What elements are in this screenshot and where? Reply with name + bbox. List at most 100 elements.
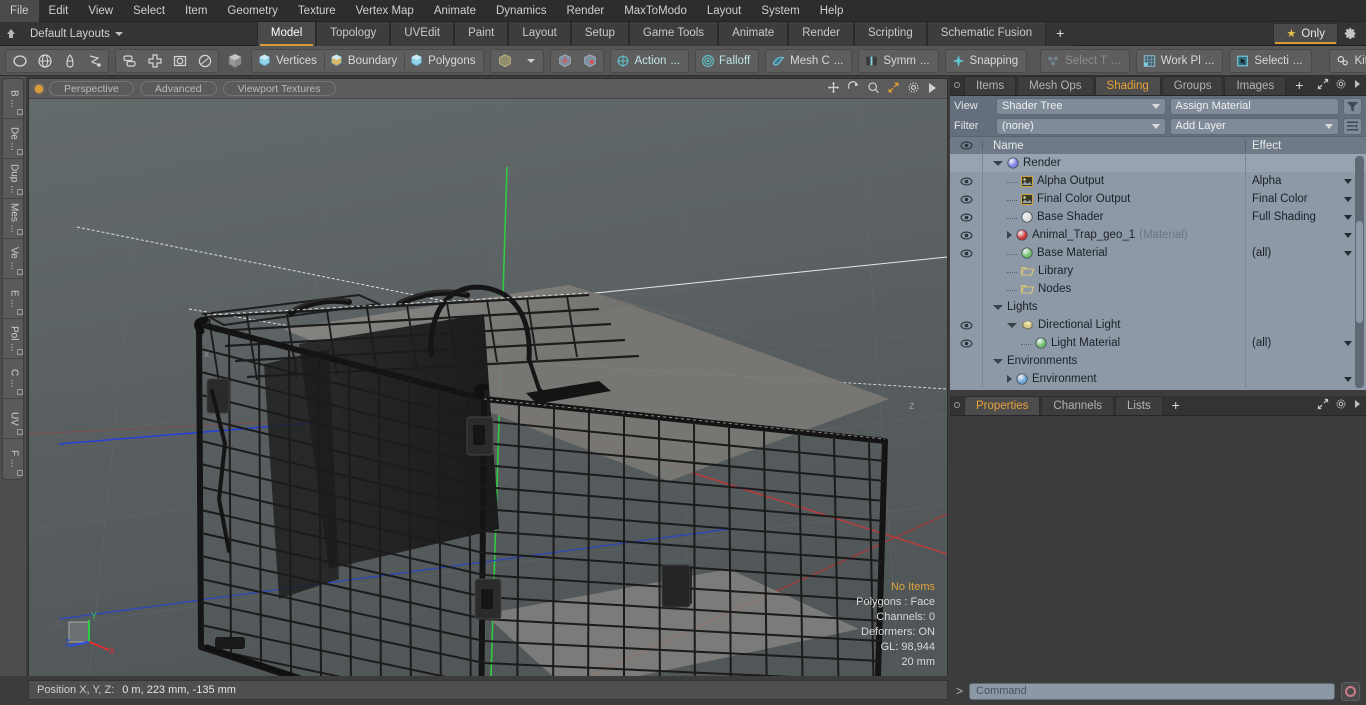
funnel-icon[interactable] xyxy=(1343,97,1362,115)
shader-tree-effect-cell[interactable]: Final Color xyxy=(1246,190,1366,208)
menu-item-animate[interactable]: Animate xyxy=(424,0,486,22)
layout-tab-setup[interactable]: Setup xyxy=(570,21,629,46)
move-icon[interactable] xyxy=(827,81,840,96)
menu-item-select[interactable]: Select xyxy=(123,0,175,22)
circle-icon[interactable] xyxy=(7,50,32,72)
item-mode-dropdown[interactable] xyxy=(517,50,542,72)
selection-set-group[interactable]: Selecti ... xyxy=(1229,48,1312,73)
symmetry-group[interactable]: Symm ... xyxy=(858,48,939,73)
menu-item-item[interactable]: Item xyxy=(175,0,217,22)
menu-item-file[interactable]: File xyxy=(0,0,39,22)
assign-material-field[interactable]: Assign Material xyxy=(1169,97,1339,115)
viewport-textures-dropdown[interactable]: Viewport Textures xyxy=(222,81,336,96)
duplicate-icon[interactable] xyxy=(117,50,142,72)
mode-vertices[interactable]: Vertices xyxy=(253,50,324,72)
menu-item-render[interactable]: Render xyxy=(556,0,614,22)
disclosure-down-icon[interactable] xyxy=(993,160,1003,166)
shader-tree-row[interactable]: Final Color Output Final Color xyxy=(950,190,1366,208)
properties-tab-channels[interactable]: Channels xyxy=(1041,396,1115,415)
shader-tree-row[interactable]: Animal_Trap_geo_1 (Material) xyxy=(950,226,1366,244)
selection-set-control[interactable]: Selecti ... xyxy=(1231,50,1309,72)
disclosure-right-icon[interactable] xyxy=(1007,375,1012,383)
visibility-eye-icon[interactable] xyxy=(950,172,983,190)
gear-icon[interactable] xyxy=(907,81,920,96)
left-tool-tab-5[interactable]: E ... xyxy=(3,279,25,319)
shader-tree-row[interactable]: Lights xyxy=(950,298,1366,316)
viewport-shading-dropdown[interactable]: Advanced xyxy=(139,81,217,96)
ellipse-shape-icon[interactable] xyxy=(192,50,217,72)
shader-tree-item-name[interactable]: Environments xyxy=(983,352,1246,370)
expand-icon[interactable] xyxy=(1317,78,1329,93)
shader-tree-row[interactable]: Light Material (all) xyxy=(950,334,1366,352)
falloff-control[interactable]: Falloff xyxy=(697,50,757,72)
teardrop-icon[interactable] xyxy=(57,50,82,72)
left-tool-tab-4[interactable]: Ve ... xyxy=(3,239,25,279)
layout-preset-dropdown[interactable]: Default Layouts xyxy=(22,23,131,45)
only-button[interactable]: ★ Only xyxy=(1273,22,1338,45)
action-center-control[interactable]: Action ... xyxy=(612,50,687,72)
visibility-eye-icon[interactable] xyxy=(950,244,983,262)
menu-item-maxtomodo[interactable]: MaxToModo xyxy=(614,0,697,22)
symmetry-control[interactable]: Symm ... xyxy=(860,50,936,72)
panel-tab-mesh-ops[interactable]: Mesh Ops xyxy=(1017,76,1094,95)
add-layout-tab-button[interactable]: + xyxy=(1046,21,1075,46)
properties-tab-properties[interactable]: Properties xyxy=(964,396,1041,415)
axis-gizmo[interactable]: Y X Z xyxy=(51,610,121,662)
left-tool-tab-2[interactable]: Dup ... xyxy=(3,159,25,199)
mesh-constraint-control[interactable]: Mesh C ... xyxy=(767,50,850,72)
disclosure-down-icon[interactable] xyxy=(993,304,1003,310)
shader-tree-effect-cell[interactable]: (all) xyxy=(1246,334,1366,352)
shader-tree-effect-cell[interactable] xyxy=(1246,226,1366,244)
falloff-group[interactable]: Falloff xyxy=(695,48,760,73)
left-tool-tab-9[interactable]: F ... xyxy=(3,439,25,479)
play-icon[interactable] xyxy=(927,82,937,96)
snapping-control[interactable]: Snapping xyxy=(947,50,1026,72)
disclosure-right-icon[interactable] xyxy=(1007,231,1012,239)
shader-tree-item-name[interactable]: Render xyxy=(983,154,1246,172)
add-properties-tab-button[interactable]: + xyxy=(1164,396,1188,415)
layout-tab-layout[interactable]: Layout xyxy=(508,21,571,46)
left-tool-tab-0[interactable]: B ... xyxy=(3,79,25,119)
visibility-eye-icon[interactable] xyxy=(950,226,983,244)
chevron-right-icon[interactable] xyxy=(1353,399,1361,412)
shader-tree-row[interactable]: Base Material (all) xyxy=(950,244,1366,262)
visibility-eye-icon[interactable] xyxy=(950,316,983,334)
shader-tree-item-name[interactable]: Light Material xyxy=(983,334,1246,352)
disclosure-down-icon[interactable] xyxy=(993,358,1003,364)
shader-tree-row[interactable]: Directional Light xyxy=(950,316,1366,334)
shader-tree-scrollbar[interactable] xyxy=(1355,156,1364,388)
panel-tab-shading[interactable]: Shading xyxy=(1094,76,1161,95)
shader-tree-row[interactable]: Library xyxy=(950,262,1366,280)
filter-dropdown[interactable]: (none) xyxy=(996,117,1166,135)
left-tool-tab-6[interactable]: Pol ... xyxy=(3,319,25,359)
left-tool-tab-7[interactable]: C ... xyxy=(3,359,25,399)
shader-tree-effect-cell[interactable]: Alpha xyxy=(1246,172,1366,190)
menu-item-system[interactable]: System xyxy=(751,0,809,22)
shader-tree-row[interactable]: Environment xyxy=(950,370,1366,388)
shader-tree-item-name[interactable]: Final Color Output xyxy=(983,190,1246,208)
crosshair-shape-icon[interactable] xyxy=(142,50,167,72)
left-tool-tab-1[interactable]: De ... xyxy=(3,119,25,159)
viewport-3d[interactable]: Perspective Advanced Viewport Textures z… xyxy=(28,78,948,676)
visibility-eye-icon[interactable] xyxy=(950,190,983,208)
sphere-icon[interactable] xyxy=(32,50,57,72)
shader-tree-item-name[interactable]: Lights xyxy=(983,298,1246,316)
command-input[interactable]: Command xyxy=(969,682,1335,700)
layout-tab-game-tools[interactable]: Game Tools xyxy=(628,21,719,46)
shader-tree-effect-cell[interactable]: (all) xyxy=(1246,244,1366,262)
kits-control[interactable]: Kits xyxy=(1331,50,1366,72)
mesh-constraint-group[interactable]: Mesh C ... xyxy=(765,48,853,73)
menu-item-layout[interactable]: Layout xyxy=(697,0,752,22)
menu-item-geometry[interactable]: Geometry xyxy=(217,0,288,22)
layout-tab-schematic-fusion[interactable]: Schematic Fusion xyxy=(926,21,1047,46)
properties-tab-lists[interactable]: Lists xyxy=(1115,396,1163,415)
panel-tab-items[interactable]: Items xyxy=(964,76,1017,95)
visibility-eye-icon[interactable] xyxy=(950,208,983,226)
gear-icon[interactable] xyxy=(1335,398,1347,413)
menu-item-texture[interactable]: Texture xyxy=(288,0,346,22)
shader-tree-item-name[interactable]: Nodes xyxy=(983,280,1246,298)
chevron-right-icon[interactable] xyxy=(1353,79,1361,92)
curve-icon[interactable] xyxy=(82,50,107,72)
add-panel-tab-button[interactable]: + xyxy=(1287,76,1311,95)
kits-group[interactable]: Kits xyxy=(1328,48,1366,73)
